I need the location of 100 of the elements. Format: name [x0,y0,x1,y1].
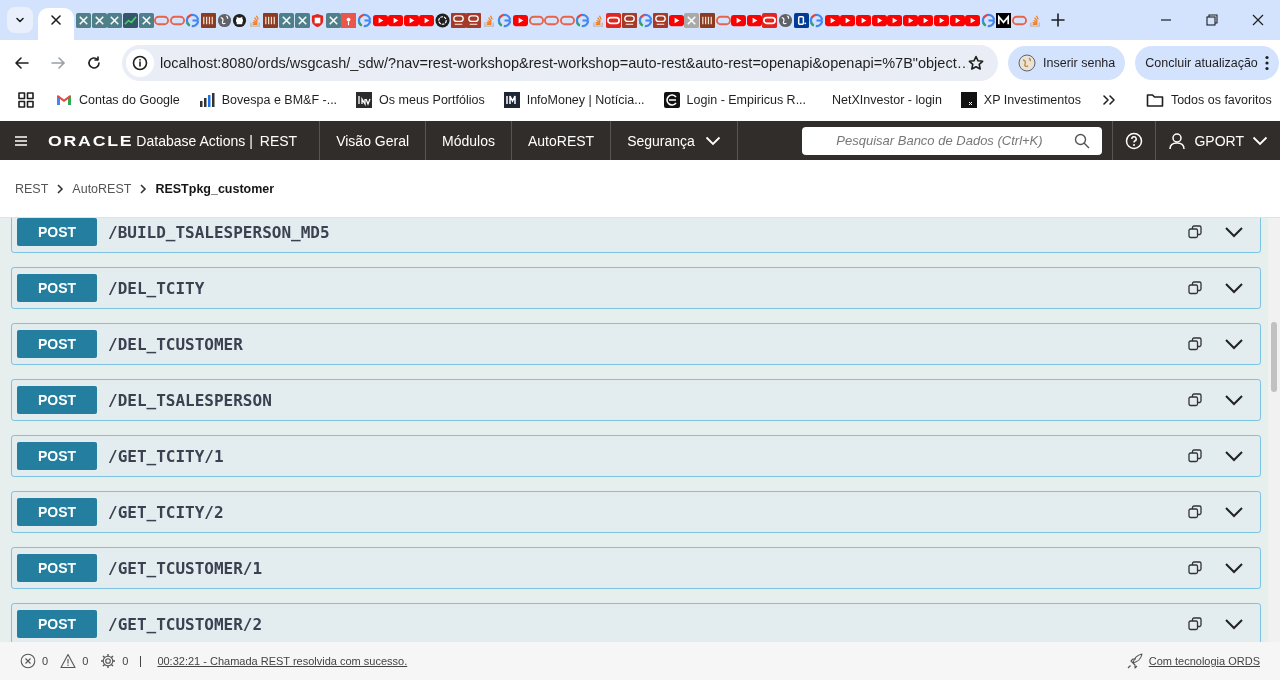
play-icon [403,12,419,28]
google-icon [357,12,372,28]
product-title: Database Actions | [136,132,253,149]
chevron-down-icon[interactable] [1224,338,1244,350]
ring-icon [762,12,778,28]
play-icon [933,12,949,28]
endpoint-row[interactable]: POST /GET_TCITY/1 [11,435,1261,477]
folder-icon [1145,92,1164,108]
play-icon [949,12,965,28]
bookmark-link[interactable]: NetXInvestor - login [825,93,942,107]
copy-icon[interactable] [1188,337,1202,351]
google-icon [809,12,825,28]
bookmark-link[interactable]: Login - Empiricus R... [663,92,807,108]
update-button[interactable]: Concluir atualização [1135,45,1279,80]
method-badge: POST [17,554,97,582]
close-icon[interactable] [1252,14,1264,26]
chevron-down-icon[interactable] [1224,282,1244,294]
google-icon [637,12,653,28]
play-icon [918,12,934,28]
bookmark-link[interactable]: Contas do Google [56,92,180,108]
play-icon [840,12,856,28]
chevron-right-icon [56,183,65,194]
task-count: 0 [122,655,129,667]
endpoint-row[interactable]: POST /GET_TCUSTOMER/1 [11,547,1261,589]
bookmark-link[interactable]: InfoMoney | Notícia... [503,92,645,108]
endpoint-row[interactable]: POST /BUILD_TSALESPERSON_MD5 [11,218,1261,253]
search-field[interactable]: Pesquisar Banco de Dados (Ctrl+K) [802,126,1103,155]
knot-icon [434,12,450,28]
endpoint-path: /GET_TCUSTOMER/2 [108,614,263,634]
chevron-down-icon[interactable] [1224,618,1244,630]
info-icon[interactable] [132,54,148,71]
bookmark-link[interactable]: Bovespa e BM&F -... [198,92,338,108]
play-icon [824,12,840,28]
bookmark-link[interactable]: XP Investimentos [960,92,1081,108]
new-tab-icon[interactable] [1050,13,1065,27]
ords-link[interactable]: Com tecnologia ORDS [1148,655,1260,667]
tools-icon [294,12,310,28]
error-icon [20,653,36,669]
endpoint-row[interactable]: POST /GET_TCITY/2 [11,491,1261,533]
tools-icon [279,12,294,28]
star-icon[interactable] [968,54,984,71]
tools-icon [138,12,154,28]
status-message-link[interactable]: 00:32:21 - Chamada REST resolvida com sucesso. [157,655,408,667]
shield-icon [310,12,326,28]
close-icon[interactable] [50,14,62,26]
play-icon [512,12,528,28]
breadcrumb-link[interactable]: AutoREST [72,181,132,196]
square-icon [793,12,809,28]
endpoint-path: /DEL_TCUSTOMER [108,334,243,354]
method-badge: POST [17,274,97,302]
play-icon [419,12,435,28]
copy-icon[interactable] [1188,505,1202,519]
password-button[interactable]: Inserir senha [1008,45,1126,80]
google-icon [185,12,201,28]
tools-icon [76,12,92,28]
chevron-down-icon[interactable] [1224,450,1244,462]
address-bar[interactable]: localhost:8080/ords/wsgcash/_sdw/?nav=rest-workshop&rest-workshop=auto-rest&auto-rest=openapi&openapi=%7B"object… [122,44,998,81]
reload-icon[interactable] [86,54,102,71]
chevron-down-icon[interactable] [1224,394,1244,406]
oracle-logo: ORACLE [48,132,134,149]
section-title: REST [259,132,298,149]
back-icon[interactable] [14,54,30,71]
breadcrumb-link[interactable]: RESTpkg_customer [155,181,275,196]
endpoint-row[interactable]: POST /GET_TCUSTOMER/2 [11,603,1261,642]
scrollbar[interactable] [1268,218,1280,642]
tools-icon [325,12,341,28]
endpoint-row[interactable]: POST /DEL_TSALESPERSON [11,379,1261,421]
ring-icon [653,12,669,28]
endpoint-row[interactable]: POST /DEL_TCITY [11,267,1261,309]
search-icon [1074,132,1091,149]
gear-icon [100,653,117,669]
breadcrumb-link[interactable]: REST [15,181,49,196]
method-badge: POST [17,610,97,638]
letters-icon [201,12,217,28]
bookmarks-folder[interactable]: Todos os favoritos [1145,92,1272,108]
copy-icon[interactable] [1188,561,1202,575]
copy-icon[interactable] [1188,393,1202,407]
restore-icon[interactable] [1206,14,1218,26]
chevron-right-icon [139,183,148,194]
forward-icon[interactable] [50,54,66,71]
chevron-down-icon[interactable] [1224,562,1244,574]
bookmark-link[interactable]: Os meus Portfólios [356,92,485,108]
error-count: 0 [42,655,49,667]
apps-icon[interactable] [18,92,34,108]
inv-icon [356,92,373,108]
endpoint-path: /DEL_TCITY [108,278,205,298]
copy-icon[interactable] [1188,617,1202,631]
endpoint-row[interactable]: POST /DEL_TCUSTOMER [11,323,1261,365]
endpoint-path: /DEL_TSALESPERSON [108,390,272,410]
tools-icon [91,12,107,28]
chevron-down-icon[interactable] [1224,226,1244,238]
copy-icon[interactable] [1188,449,1202,463]
play-icon [965,12,981,28]
menu-icon[interactable] [14,134,28,147]
play-icon [388,12,404,28]
endpoint-path: /BUILD_TSALESPERSON_MD5 [108,222,330,242]
double-chevron-icon[interactable] [1101,93,1116,107]
chevron-down-icon[interactable] [1224,506,1244,518]
copy-icon[interactable] [1188,225,1202,239]
copy-icon[interactable] [1188,281,1202,295]
